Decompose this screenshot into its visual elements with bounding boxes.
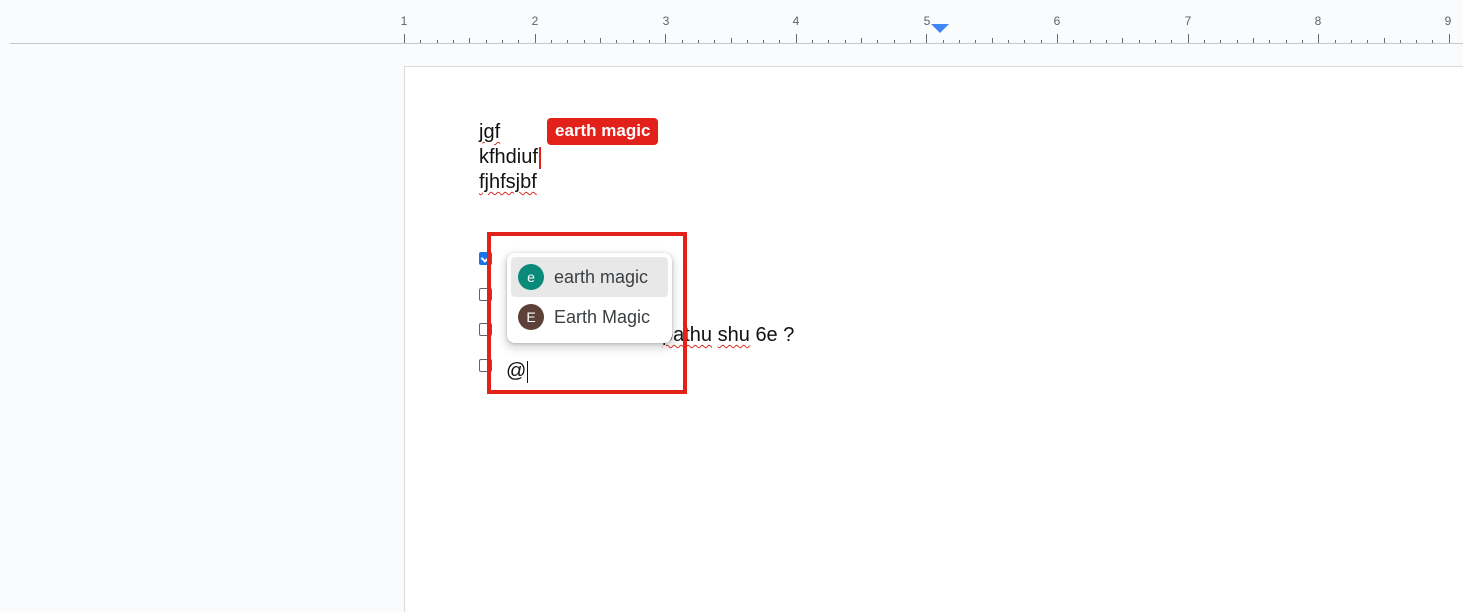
ruler-number: 2 — [531, 14, 539, 28]
ruler-number: 1 — [400, 14, 408, 28]
document-line[interactable]: kfhdiuf — [479, 145, 541, 169]
ruler-baseline — [10, 43, 1463, 44]
ruler-number: 7 — [1184, 14, 1192, 28]
ruler-number: 5 — [923, 14, 931, 28]
ruler-number: 9 — [1444, 14, 1452, 28]
ruler-number: 4 — [792, 14, 800, 28]
document-line[interactable]: fjhfsjbf — [479, 170, 537, 194]
collaborator-caret — [538, 146, 541, 169]
document-line[interactable]: jgf — [479, 120, 500, 144]
line-text: jgf — [479, 121, 501, 143]
line-text: 6e ? — [755, 324, 795, 346]
ruler-number: 3 — [662, 14, 670, 28]
collaborator-cursor-flag: earth magic — [547, 118, 659, 145]
horizontal-ruler[interactable]: 1 2 3 4 5 6 7 8 9 — [0, 0, 1463, 45]
docs-editor: 1 2 3 4 5 6 7 8 9 jgf earth magic kfhdiu… — [0, 0, 1463, 612]
ruler-number: 6 — [1053, 14, 1061, 28]
ruler-number: 8 — [1314, 14, 1322, 28]
indent-marker-icon[interactable] — [931, 24, 949, 33]
line-text: shu — [717, 324, 750, 346]
line-text: kfhdiuf — [479, 146, 538, 168]
line-text: fjhfsjbf — [479, 171, 537, 193]
annotation-highlight-box — [487, 232, 687, 394]
